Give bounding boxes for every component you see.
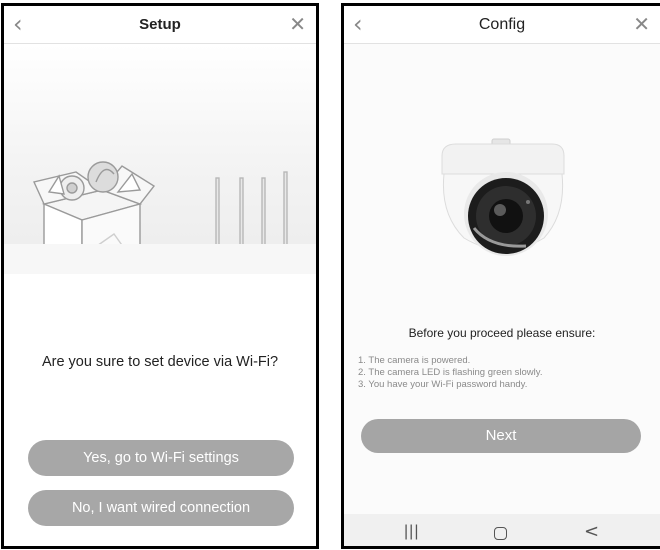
checklist-item: 2. The camera LED is flashing green slow…	[358, 367, 543, 378]
back-nav-button[interactable]: <	[584, 521, 599, 542]
wired-connection-button[interactable]: No, I want wired connection	[28, 490, 294, 526]
system-nav-bar: ||| <	[344, 514, 660, 546]
close-button[interactable]: ✕	[289, 13, 306, 35]
ensure-checklist: 1. The camera is powered. 2. The camera …	[358, 355, 542, 391]
camera-image	[441, 138, 565, 256]
box-and-router-illustration	[33, 161, 297, 277]
setup-illustration	[4, 44, 316, 277]
setup-screen: ‹ Setup ✕ Are you sure to set device via…	[1, 3, 319, 549]
config-screen: ‹ Config ✕ Before you proceed please ens…	[341, 3, 660, 549]
wifi-question: Are you sure to set device via Wi-Fi?	[41, 354, 279, 370]
setup-header: ‹ Setup ✕	[4, 6, 316, 44]
ensure-heading: Before you proceed please ensure:	[408, 326, 596, 340]
close-button[interactable]: ✕	[633, 13, 650, 35]
page-title: Setup	[139, 16, 181, 33]
checklist-item: 1. The camera is powered.	[358, 355, 471, 366]
checklist-item: 3. You have your Wi-Fi password handy.	[358, 379, 528, 390]
home-nav-button[interactable]	[494, 527, 507, 540]
page-title: Config	[478, 16, 526, 33]
config-header: ‹ Config ✕	[344, 6, 660, 44]
recents-nav-button[interactable]: |||	[404, 523, 419, 541]
next-button[interactable]: Next	[361, 419, 641, 453]
wifi-settings-button[interactable]: Yes, go to Wi-Fi settings	[28, 440, 294, 476]
